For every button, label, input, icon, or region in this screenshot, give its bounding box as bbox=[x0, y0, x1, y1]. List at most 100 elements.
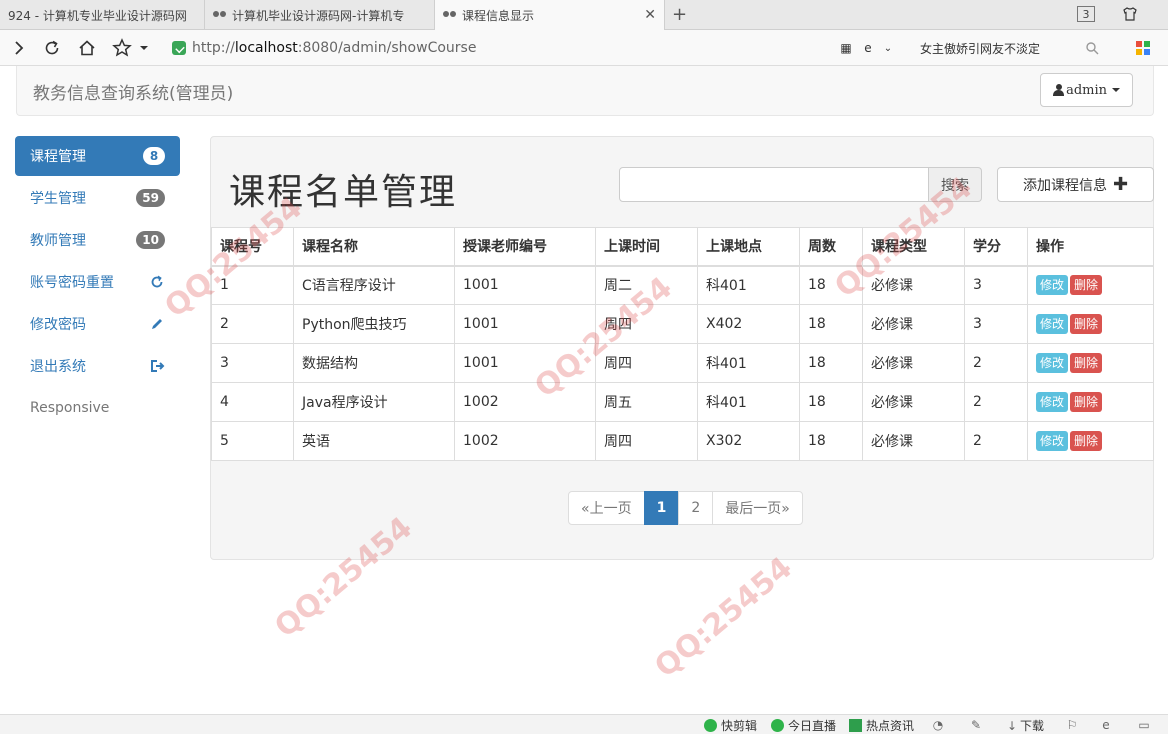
user-menu-button[interactable]: admin bbox=[1040, 73, 1133, 107]
pin-icon[interactable]: ✎ bbox=[968, 717, 984, 733]
column-header: 授课老师编号 bbox=[454, 227, 596, 267]
status-download[interactable]: ↓ 下载 bbox=[1004, 717, 1044, 734]
cell-time: 周四 bbox=[595, 304, 698, 344]
sidebar-item-change-password[interactable]: 修改密码 bbox=[15, 304, 180, 344]
cell-actions: 修改 删除 bbox=[1027, 343, 1154, 383]
back-icon[interactable] bbox=[8, 38, 28, 58]
browser-status-bar: 快剪辑 今日直播 热点资讯 ◔ ✎ ↓ 下载 ⚐ e ▭ bbox=[0, 714, 1168, 734]
cell-credits: 2 bbox=[964, 382, 1028, 422]
table-header-row: 课程号 课程名称 授课老师编号 上课时间 上课地点 周数 课程类型 学分 操作 bbox=[211, 227, 1154, 267]
apps-icon[interactable] bbox=[1133, 38, 1153, 58]
window-icon[interactable]: ▭ bbox=[1136, 717, 1152, 733]
cell-teacher-id: 1002 bbox=[454, 421, 596, 461]
delete-button[interactable]: 删除 bbox=[1070, 431, 1103, 451]
delete-button[interactable]: 删除 bbox=[1070, 392, 1103, 412]
cell-actions: 修改 删除 bbox=[1027, 304, 1154, 344]
cell-location: X402 bbox=[697, 304, 800, 344]
cell-type: 必修课 bbox=[862, 265, 965, 305]
sidebar-item-students[interactable]: 学生管理 59 bbox=[15, 178, 180, 218]
reload-icon[interactable] bbox=[42, 38, 62, 58]
address-bar[interactable]: http://localhost:8080/admin/showCourse bbox=[172, 38, 832, 58]
browser-tab-1[interactable]: 924 - 计算机专业毕业设计源码网 bbox=[0, 0, 205, 30]
news-icon bbox=[849, 719, 862, 732]
status-hot-news[interactable]: 热点资讯 bbox=[849, 717, 914, 734]
search-input[interactable] bbox=[619, 167, 929, 202]
browser-tab-bar: 924 - 计算机专业毕业设计源码网 计算机毕业设计源码网-计算机专 课程信息显… bbox=[0, 0, 1168, 31]
cell-course-id: 1 bbox=[211, 265, 294, 305]
status-label: 今日直播 bbox=[788, 719, 837, 733]
url-prefix: http:// bbox=[192, 40, 235, 56]
home-icon[interactable] bbox=[77, 38, 97, 58]
browser-tab-3-active[interactable]: 课程信息显示 ✕ bbox=[435, 0, 665, 31]
cell-time: 周二 bbox=[595, 265, 698, 305]
table-row: 2 Python爬虫技巧 1001 周四 X402 18 必修课 3 修改 删除 bbox=[211, 304, 1154, 344]
cell-weeks: 18 bbox=[799, 265, 863, 305]
cell-teacher-id: 1001 bbox=[454, 343, 596, 383]
speed-icon[interactable]: ◔ bbox=[930, 717, 946, 733]
sidebar-item-teachers[interactable]: 教师管理 10 bbox=[15, 220, 180, 260]
browser-tab-2[interactable]: 计算机毕业设计源码网-计算机专 bbox=[205, 0, 435, 30]
status-quick-edit[interactable]: 快剪辑 bbox=[704, 717, 757, 734]
edit-button[interactable]: 修改 bbox=[1036, 392, 1069, 412]
cell-credits: 2 bbox=[964, 421, 1028, 461]
shirt-icon[interactable] bbox=[1121, 6, 1139, 22]
sidebar-item-label: 课程管理 bbox=[30, 149, 86, 165]
cell-time: 周五 bbox=[595, 382, 698, 422]
sidebar-item-label: 学生管理 bbox=[30, 191, 86, 207]
cell-course-id: 2 bbox=[211, 304, 294, 344]
download-icon: ↓ bbox=[1006, 718, 1018, 733]
last-page-link[interactable]: 最后一页» bbox=[712, 491, 803, 525]
cell-weeks: 18 bbox=[799, 304, 863, 344]
sidebar-item-courses[interactable]: 课程管理 8 bbox=[15, 136, 180, 176]
url-path: :8080/admin/showCourse bbox=[297, 40, 477, 56]
new-tab-icon[interactable]: + bbox=[672, 4, 687, 25]
tab-close-icon[interactable]: ✕ bbox=[644, 7, 656, 23]
cell-credits: 2 bbox=[964, 343, 1028, 383]
tab-favicon-icon bbox=[213, 11, 226, 17]
column-header: 学分 bbox=[964, 227, 1028, 267]
delete-button[interactable]: 删除 bbox=[1070, 353, 1103, 373]
sidebar-item-label: 账号密码重置 bbox=[30, 275, 114, 291]
user-name: admin bbox=[1066, 82, 1107, 98]
search-button[interactable]: 搜索 bbox=[929, 167, 982, 202]
table-row: 4 Java程序设计 1002 周五 科401 18 必修课 2 修改 删除 bbox=[211, 382, 1154, 422]
app-brand[interactable]: 教务信息查询系统(管理员) bbox=[33, 79, 233, 104]
bookmark-dropdown-icon[interactable] bbox=[138, 38, 150, 58]
column-header: 课程类型 bbox=[862, 227, 965, 267]
news-ticker[interactable]: 女主傲娇引网友不淡定 bbox=[920, 40, 1040, 57]
cell-location: 科401 bbox=[697, 343, 800, 383]
edit-button[interactable]: 修改 bbox=[1036, 314, 1069, 334]
status-live[interactable]: 今日直播 bbox=[771, 717, 836, 734]
tab-count-badge[interactable]: 3 bbox=[1077, 6, 1095, 22]
sidebar-item-reset-password[interactable]: 账号密码重置 bbox=[15, 262, 180, 302]
edit-button[interactable]: 修改 bbox=[1036, 275, 1069, 296]
qr-icon[interactable]: ▦ bbox=[836, 38, 856, 58]
cell-course-name: C语言程序设计 bbox=[293, 265, 455, 305]
flag-icon[interactable]: ⚐ bbox=[1064, 717, 1080, 733]
cell-course-name: Python爬虫技巧 bbox=[293, 304, 455, 344]
table-row: 3 数据结构 1001 周四 科401 18 必修课 2 修改 删除 bbox=[211, 343, 1154, 383]
sidebar-item-logout[interactable]: 退出系统 bbox=[15, 346, 180, 386]
search-icon[interactable] bbox=[1082, 38, 1102, 58]
prev-page-link[interactable]: «上一页 bbox=[568, 491, 645, 525]
delete-button[interactable]: 删除 bbox=[1070, 314, 1103, 334]
column-header: 上课地点 bbox=[697, 227, 800, 267]
tab-2-label: 计算机毕业设计源码网-计算机专 bbox=[232, 8, 405, 23]
cell-weeks: 18 bbox=[799, 421, 863, 461]
cell-course-id: 4 bbox=[211, 382, 294, 422]
delete-button[interactable]: 删除 bbox=[1070, 275, 1103, 296]
page-link-2[interactable]: 2 bbox=[678, 491, 714, 525]
cell-credits: 3 bbox=[964, 304, 1028, 344]
cell-actions: 修改 删除 bbox=[1027, 265, 1154, 305]
edit-button[interactable]: 修改 bbox=[1036, 431, 1069, 451]
sidebar-item-responsive[interactable]: Responsive bbox=[15, 388, 180, 428]
bookmark-star-icon[interactable] bbox=[112, 38, 132, 58]
edit-button[interactable]: 修改 bbox=[1036, 353, 1069, 373]
browser-icon[interactable]: e bbox=[1098, 717, 1114, 733]
page-link-1[interactable]: 1 bbox=[643, 491, 680, 525]
engine-dropdown-icon[interactable]: ⌄ bbox=[878, 38, 898, 58]
cell-course-id: 5 bbox=[211, 421, 294, 461]
ie-icon[interactable]: e bbox=[858, 38, 878, 58]
add-course-button[interactable]: 添加课程信息 ✚ bbox=[997, 167, 1154, 202]
tab-1-label: 924 - 计算机专业毕业设计源码网 bbox=[8, 8, 187, 23]
